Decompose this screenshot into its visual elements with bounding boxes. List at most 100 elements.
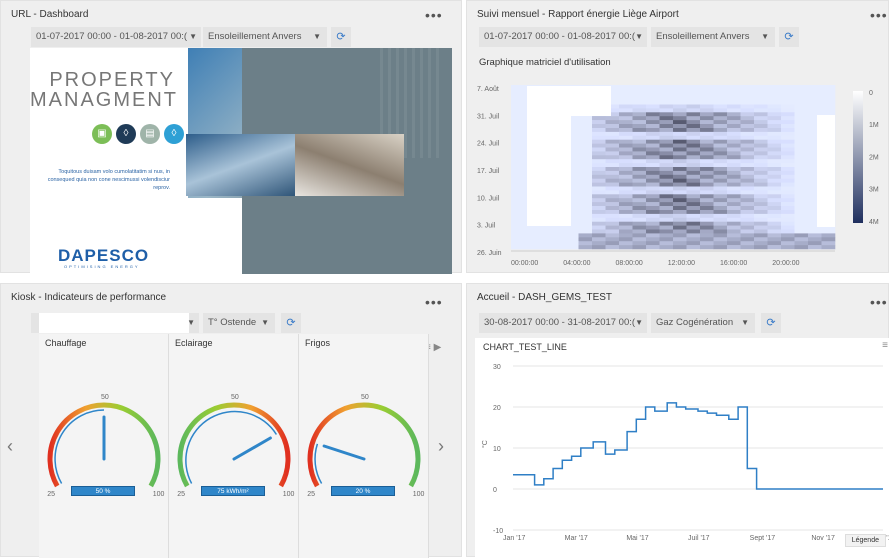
heatmap-cell bbox=[781, 85, 795, 90]
heatmap-cell bbox=[511, 112, 525, 117]
heatmap-cell bbox=[821, 92, 836, 97]
heatmap-cell bbox=[700, 174, 714, 179]
heatmap-cell bbox=[673, 174, 687, 179]
heatmap-cell bbox=[673, 178, 687, 183]
heatmap-cell bbox=[781, 190, 795, 195]
heatmap-cell bbox=[781, 131, 795, 137]
date-range-select[interactable]: 01-07-2017 00:00 - 01-08-2017 00:( ▼ bbox=[31, 27, 201, 47]
refresh-icon[interactable]: ⟳ bbox=[331, 27, 351, 47]
heatmap-cell bbox=[700, 92, 714, 97]
date-range-select[interactable]: 30-08-2017 00:00 - 31-08-2017 00:( ▼ bbox=[479, 313, 647, 333]
heatmap-cell bbox=[781, 143, 795, 148]
heatmap-cell bbox=[713, 85, 728, 90]
heatmap-cell bbox=[781, 233, 795, 238]
heatmap-cell bbox=[511, 210, 525, 215]
heatmap-cell bbox=[767, 139, 782, 144]
legend-button[interactable]: Légende bbox=[844, 534, 886, 547]
energy-select[interactable]: Gaz Cogénération ▼ bbox=[651, 313, 755, 333]
x-tick-label: Juil '17 bbox=[688, 535, 710, 542]
heatmap-cell bbox=[592, 237, 606, 242]
period-select[interactable]: ▼ bbox=[31, 313, 199, 333]
dapesco-tagline: OPTIMISING ENERGY bbox=[64, 264, 140, 269]
heatmap-cell bbox=[632, 116, 647, 121]
heatmap-cell bbox=[700, 135, 714, 140]
carousel-next-icon[interactable]: › bbox=[438, 436, 444, 457]
heatmap-cell bbox=[659, 100, 674, 105]
property-content: PROPERTY MANAGMENT ▣ ◊ ▤ ◊ Toquitous dui… bbox=[30, 48, 452, 274]
location-select[interactable]: Ensoleillement Anvers ▼ bbox=[651, 27, 775, 47]
location-select[interactable]: Ensoleillement Anvers ▼ bbox=[203, 27, 327, 47]
heatmap-cell bbox=[740, 198, 755, 203]
heatmap-cell bbox=[808, 92, 822, 97]
date-range-value: 01-07-2017 00:00 - 01-08-2017 00:( bbox=[36, 31, 188, 42]
heatmap-cell bbox=[686, 206, 701, 211]
refresh-icon[interactable]: ⟳ bbox=[281, 313, 301, 333]
heatmap-cell bbox=[754, 116, 768, 121]
heatmap-cell bbox=[700, 229, 714, 234]
more-options-icon[interactable]: ••• bbox=[425, 294, 443, 310]
gauge-mid-label: 50 bbox=[361, 394, 369, 401]
heatmap-cell bbox=[619, 151, 633, 156]
heatmap-cell bbox=[646, 104, 660, 109]
heatmap-cell bbox=[727, 112, 741, 117]
heatmap-cell bbox=[781, 120, 795, 125]
heatmap-cell bbox=[578, 245, 593, 250]
heatmap-cell bbox=[659, 88, 674, 94]
heatmap-cell bbox=[781, 108, 795, 113]
heatmap-cell bbox=[619, 85, 633, 90]
heatmap-cell bbox=[673, 182, 687, 187]
heatmap-cell bbox=[794, 198, 809, 203]
refresh-icon[interactable]: ⟳ bbox=[761, 313, 781, 333]
heatmap-cell bbox=[673, 241, 687, 246]
panel-title: URL - Dashboard bbox=[11, 9, 89, 20]
gauge: 50 25 100 bbox=[47, 394, 164, 498]
heatmap-cell bbox=[605, 135, 620, 140]
heatmap-cell bbox=[781, 213, 795, 219]
heatmap-cell bbox=[767, 104, 782, 109]
heatmap-cell bbox=[605, 194, 620, 199]
heatmap-cell bbox=[605, 237, 620, 242]
heatmap-cell bbox=[578, 167, 593, 172]
heatmap-cell bbox=[713, 120, 728, 125]
carousel-prev-icon[interactable]: ‹ bbox=[7, 436, 13, 457]
heatmap-cell bbox=[619, 170, 633, 176]
heatmap-cell bbox=[511, 237, 525, 242]
heatmap-cell bbox=[700, 139, 714, 144]
heatmap-cell bbox=[686, 155, 701, 160]
heatmap-cell bbox=[646, 135, 660, 140]
heatmap-cell bbox=[781, 155, 795, 160]
heatmap-cell bbox=[673, 245, 687, 250]
heatmap-cell bbox=[619, 229, 633, 234]
heatmap-cell bbox=[767, 170, 782, 176]
location-select[interactable]: T° Ostende ▼ bbox=[203, 313, 275, 333]
heatmap-cell bbox=[686, 85, 701, 90]
panel-url-dashboard: URL - Dashboard ••• 01-07-2017 00:00 - 0… bbox=[0, 0, 462, 274]
heatmap-cell bbox=[767, 206, 782, 211]
more-options-icon[interactable]: ••• bbox=[425, 7, 443, 23]
heatmap-cell bbox=[754, 92, 768, 97]
heatmap-cell bbox=[727, 178, 741, 183]
heatmap-cell bbox=[754, 155, 768, 160]
date-range-select[interactable]: 01-07-2017 00:00 - 01-08-2017 00:( ▼ bbox=[479, 27, 647, 47]
heatmap-cell bbox=[754, 108, 768, 113]
heatmap-cell bbox=[511, 128, 525, 133]
heatmap-cell bbox=[713, 178, 728, 183]
heatmap-cell bbox=[578, 241, 593, 246]
heatmap-cell bbox=[578, 225, 593, 230]
heatmap-cell bbox=[605, 151, 620, 156]
more-options-icon[interactable]: ••• bbox=[870, 294, 888, 310]
refresh-icon[interactable]: ⟳ bbox=[779, 27, 799, 47]
panel-title: Suivi mensuel - Rapport énergie Liège Ai… bbox=[477, 9, 679, 20]
more-options-icon[interactable]: ••• bbox=[870, 7, 888, 23]
heatmap-cell bbox=[767, 100, 782, 105]
heatmap-cell bbox=[767, 124, 782, 129]
heatmap-cell bbox=[781, 221, 795, 226]
heatmap-cell bbox=[659, 202, 674, 207]
heatmap-cell bbox=[713, 139, 728, 144]
heatmap-cell bbox=[632, 159, 647, 164]
heatmap-cell bbox=[781, 116, 795, 121]
heatmap-cell bbox=[740, 104, 755, 109]
heatmap-cell bbox=[700, 178, 714, 183]
heatmap-cell bbox=[713, 229, 728, 234]
heatmap-cell bbox=[781, 198, 795, 203]
